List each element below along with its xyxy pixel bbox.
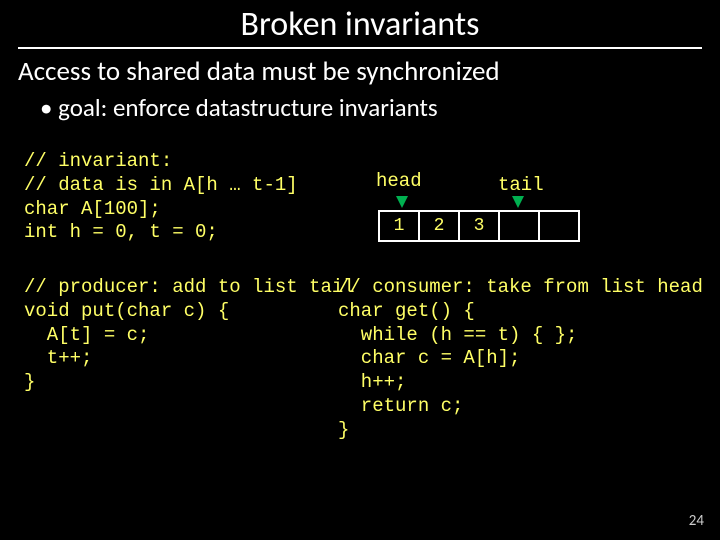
code-line: int h = 0, t = 0; — [24, 221, 324, 245]
label-tail: tail — [498, 174, 544, 196]
code-line: // data is in A[h … t-1] — [24, 174, 324, 198]
code-line: } — [24, 371, 364, 395]
bullet-goal: goal: enforce datastructure invariants — [40, 92, 720, 123]
label-head: head — [376, 170, 422, 192]
arrow-head-icon — [396, 196, 408, 208]
code-consumer: // consumer: take from list head char ge… — [338, 276, 718, 442]
code-line: // consumer: take from list head — [338, 276, 718, 300]
slide: Broken invariants Access to shared data … — [0, 0, 720, 540]
title-underline — [18, 47, 702, 49]
code-line: void put(char c) { — [24, 300, 364, 324]
cell — [498, 210, 540, 242]
code-line: // producer: add to list tail — [24, 276, 364, 300]
subtitle: Access to shared data must be synchroniz… — [18, 55, 720, 88]
cell — [538, 210, 580, 242]
code-producer: // producer: add to list tail void put(c… — [24, 276, 364, 395]
array-cells: 1 2 3 — [378, 210, 580, 242]
arrow-tail-icon — [512, 196, 524, 208]
code-line: char c = A[h]; — [338, 347, 718, 371]
cell: 1 — [378, 210, 420, 242]
code-line: char A[100]; — [24, 198, 324, 222]
code-invariant: // invariant: // data is in A[h … t-1] c… — [24, 150, 324, 245]
code-line: A[t] = c; — [24, 324, 364, 348]
code-line: return c; — [338, 395, 718, 419]
cell: 3 — [458, 210, 500, 242]
code-line: } — [338, 419, 718, 443]
code-line: // invariant: — [24, 150, 324, 174]
code-line: char get() { — [338, 300, 718, 324]
slide-title: Broken invariants — [0, 0, 720, 45]
code-line: t++; — [24, 347, 364, 371]
code-line: while (h == t) { }; — [338, 324, 718, 348]
cell: 2 — [418, 210, 460, 242]
code-line: h++; — [338, 371, 718, 395]
page-number: 24 — [689, 512, 704, 530]
